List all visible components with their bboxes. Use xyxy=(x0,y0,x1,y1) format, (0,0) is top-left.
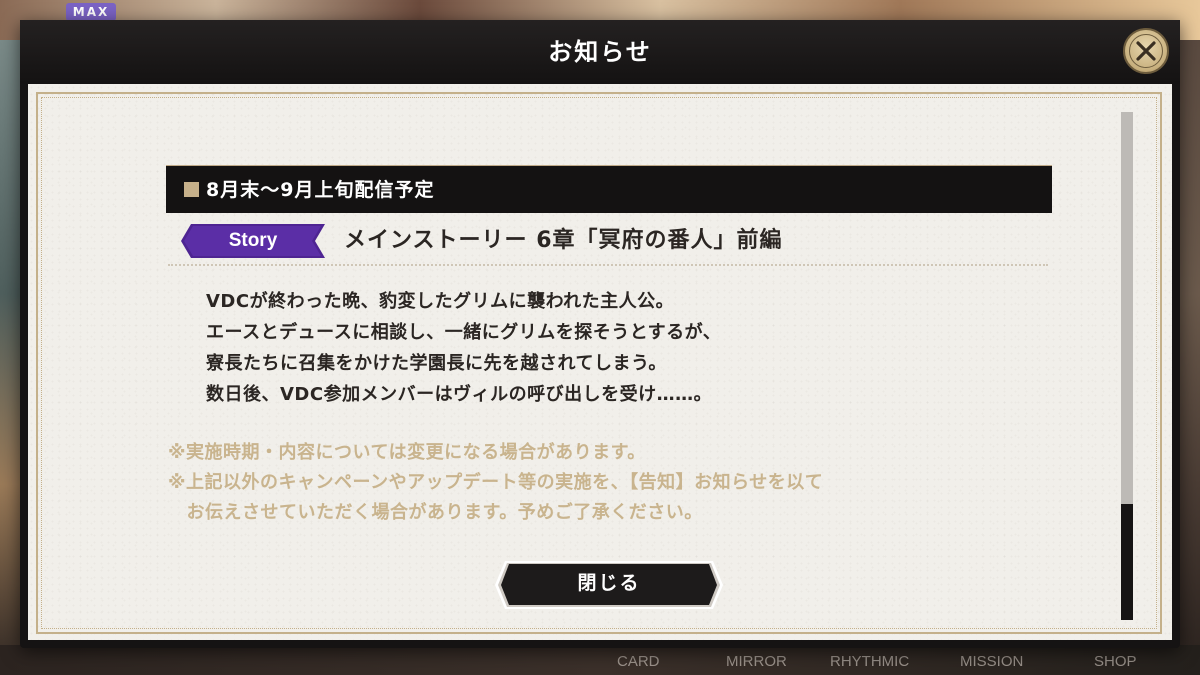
dotted-divider xyxy=(168,264,1048,266)
story-tag-label: Story xyxy=(228,230,278,251)
bottom-nav: CARD MIRROR RHYTHMIC MISSION SHOP xyxy=(600,653,1160,670)
description-line: VDCが終わった晩、豹変したグリムに襲われた主人公。 xyxy=(206,291,675,312)
nav-shop: SHOP xyxy=(1094,653,1137,670)
description-line: エースとデュースに相談し、一緒にグリムを探そうとするが、 xyxy=(206,322,722,343)
close-button-label: 閉じる xyxy=(577,572,641,594)
section-heading-bar: 8月末〜9月上旬配信予定 xyxy=(166,165,1052,213)
scrollbar-thumb[interactable] xyxy=(1121,504,1133,620)
note-line: お伝えさせていただく場合があります。予めご了承ください。 xyxy=(168,502,703,523)
story-tag: Story xyxy=(181,224,325,258)
nav-card: CARD xyxy=(617,653,660,670)
nav-rhythmic: RHYTHMIC xyxy=(830,653,910,670)
max-badge: MAX xyxy=(66,3,116,21)
notice-notes: ※実施時期・内容については変更になる場合があります。 ※上記以外のキャンペーンや… xyxy=(168,438,988,528)
notice-modal: お知らせ 8月末〜9月上旬配信予定 Story メインストーリー 6章「冥府の番… xyxy=(20,20,1180,648)
description-line: 寮長たちに召集をかけた学園長に先を越されてしまう。 xyxy=(206,353,667,374)
description-line: 数日後、VDC参加メンバーはヴィルの呼び出しを受け……。 xyxy=(206,384,713,405)
note-line: ※実施時期・内容については変更になる場合があります。 xyxy=(168,442,646,463)
story-description: VDCが終わった晩、豹変したグリムに襲われた主人公。 エースとデュースに相談し、… xyxy=(206,286,1006,410)
close-x-button[interactable] xyxy=(1123,28,1169,74)
square-bullet-icon xyxy=(184,182,199,197)
nav-mission: MISSION xyxy=(960,653,1024,670)
section-heading: 8月末〜9月上旬配信予定 xyxy=(206,179,435,201)
close-x-icon xyxy=(1136,41,1156,61)
nav-mirror: MIRROR xyxy=(726,653,787,670)
note-line: ※上記以外のキャンペーンやアップデート等の実施を、【告知】お知らせを以て xyxy=(168,472,824,493)
story-title: メインストーリー 6章「冥府の番人」前編 xyxy=(344,228,783,253)
close-button[interactable]: 閉じる xyxy=(495,558,723,612)
modal-title: お知らせ xyxy=(548,38,652,66)
notice-paper: 8月末〜9月上旬配信予定 Story メインストーリー 6章「冥府の番人」前編 … xyxy=(28,84,1172,640)
